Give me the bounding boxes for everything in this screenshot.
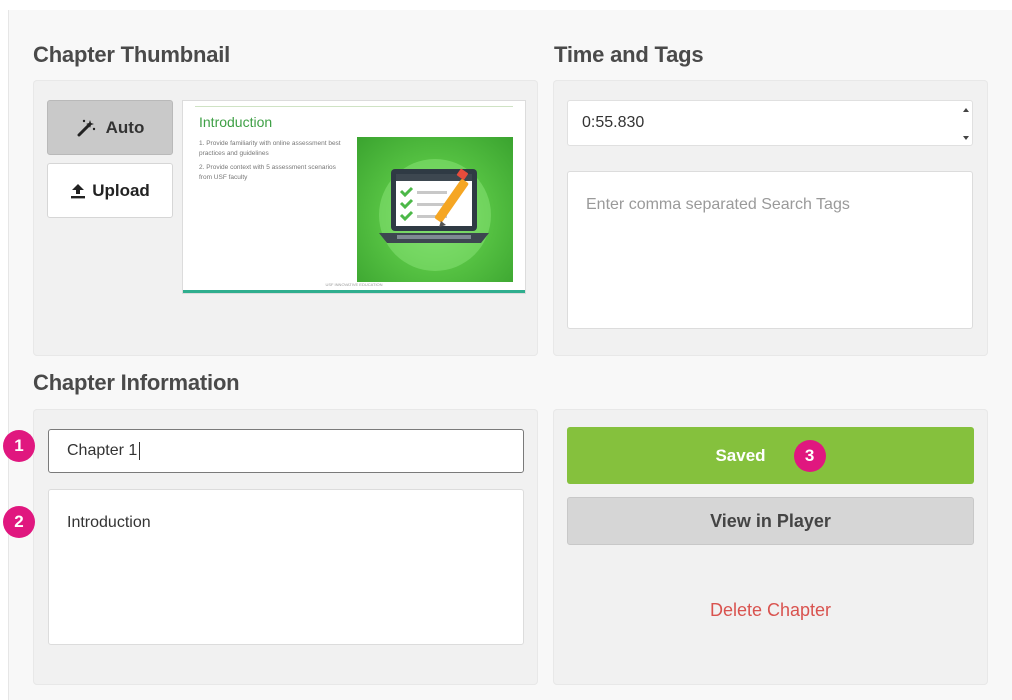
- upload-icon: [70, 183, 86, 199]
- delete-chapter-link[interactable]: Delete Chapter: [567, 600, 974, 621]
- slide-bullet-1: 1. Provide familiarity with online asses…: [199, 140, 341, 157]
- upload-label: Upload: [92, 180, 150, 200]
- search-tags-placeholder: Enter comma separated Search Tags: [586, 196, 850, 213]
- chapter-name-input[interactable]: Chapter 1: [48, 429, 524, 473]
- callout-marker-1: 1: [3, 430, 35, 462]
- chapter-name-value: Chapter 1: [67, 442, 138, 459]
- chapter-information-title: Chapter Information: [33, 370, 240, 395]
- start-time-input[interactable]: 0:55.830: [567, 100, 973, 146]
- saved-button[interactable]: Saved 3: [567, 427, 974, 484]
- thumbnail-preview: Introduction 1. Provide familiarity with…: [182, 100, 526, 294]
- view-in-player-label: View in Player: [710, 510, 831, 531]
- slide-top-line: [195, 106, 513, 107]
- time-stepper-icon[interactable]: [962, 104, 970, 144]
- slide-title: Introduction: [199, 114, 273, 130]
- view-in-player-button[interactable]: View in Player: [567, 497, 974, 545]
- saved-label: Saved: [715, 445, 766, 465]
- chapter-description-value: Introduction: [67, 514, 151, 531]
- laptop-checklist-image: [357, 137, 513, 282]
- text-cursor: [139, 442, 141, 460]
- time-and-tags-title: Time and Tags: [554, 42, 704, 67]
- auto-thumbnail-button[interactable]: Auto: [47, 100, 173, 155]
- auto-label: Auto: [105, 117, 145, 137]
- magic-wand-icon: [76, 119, 96, 137]
- search-tags-input[interactable]: Enter comma separated Search Tags: [567, 171, 973, 329]
- callout-marker-3: 3: [793, 439, 826, 472]
- start-time-value: 0:55.830: [582, 114, 645, 131]
- slide-footer-text: USF INNOVATIVE EDUCATION: [325, 282, 383, 287]
- chapter-description-input[interactable]: Introduction: [48, 489, 524, 645]
- slide-bullet-list: 1. Provide familiarity with online asses…: [199, 139, 349, 187]
- slide-bullet-2: 2. Provide context with 5 assessment sce…: [199, 164, 336, 181]
- slide-footer-bar: [183, 290, 525, 293]
- chapter-thumbnail-title: Chapter Thumbnail: [33, 42, 231, 67]
- callout-marker-2: 2: [3, 506, 35, 538]
- upload-thumbnail-button[interactable]: Upload: [47, 163, 173, 218]
